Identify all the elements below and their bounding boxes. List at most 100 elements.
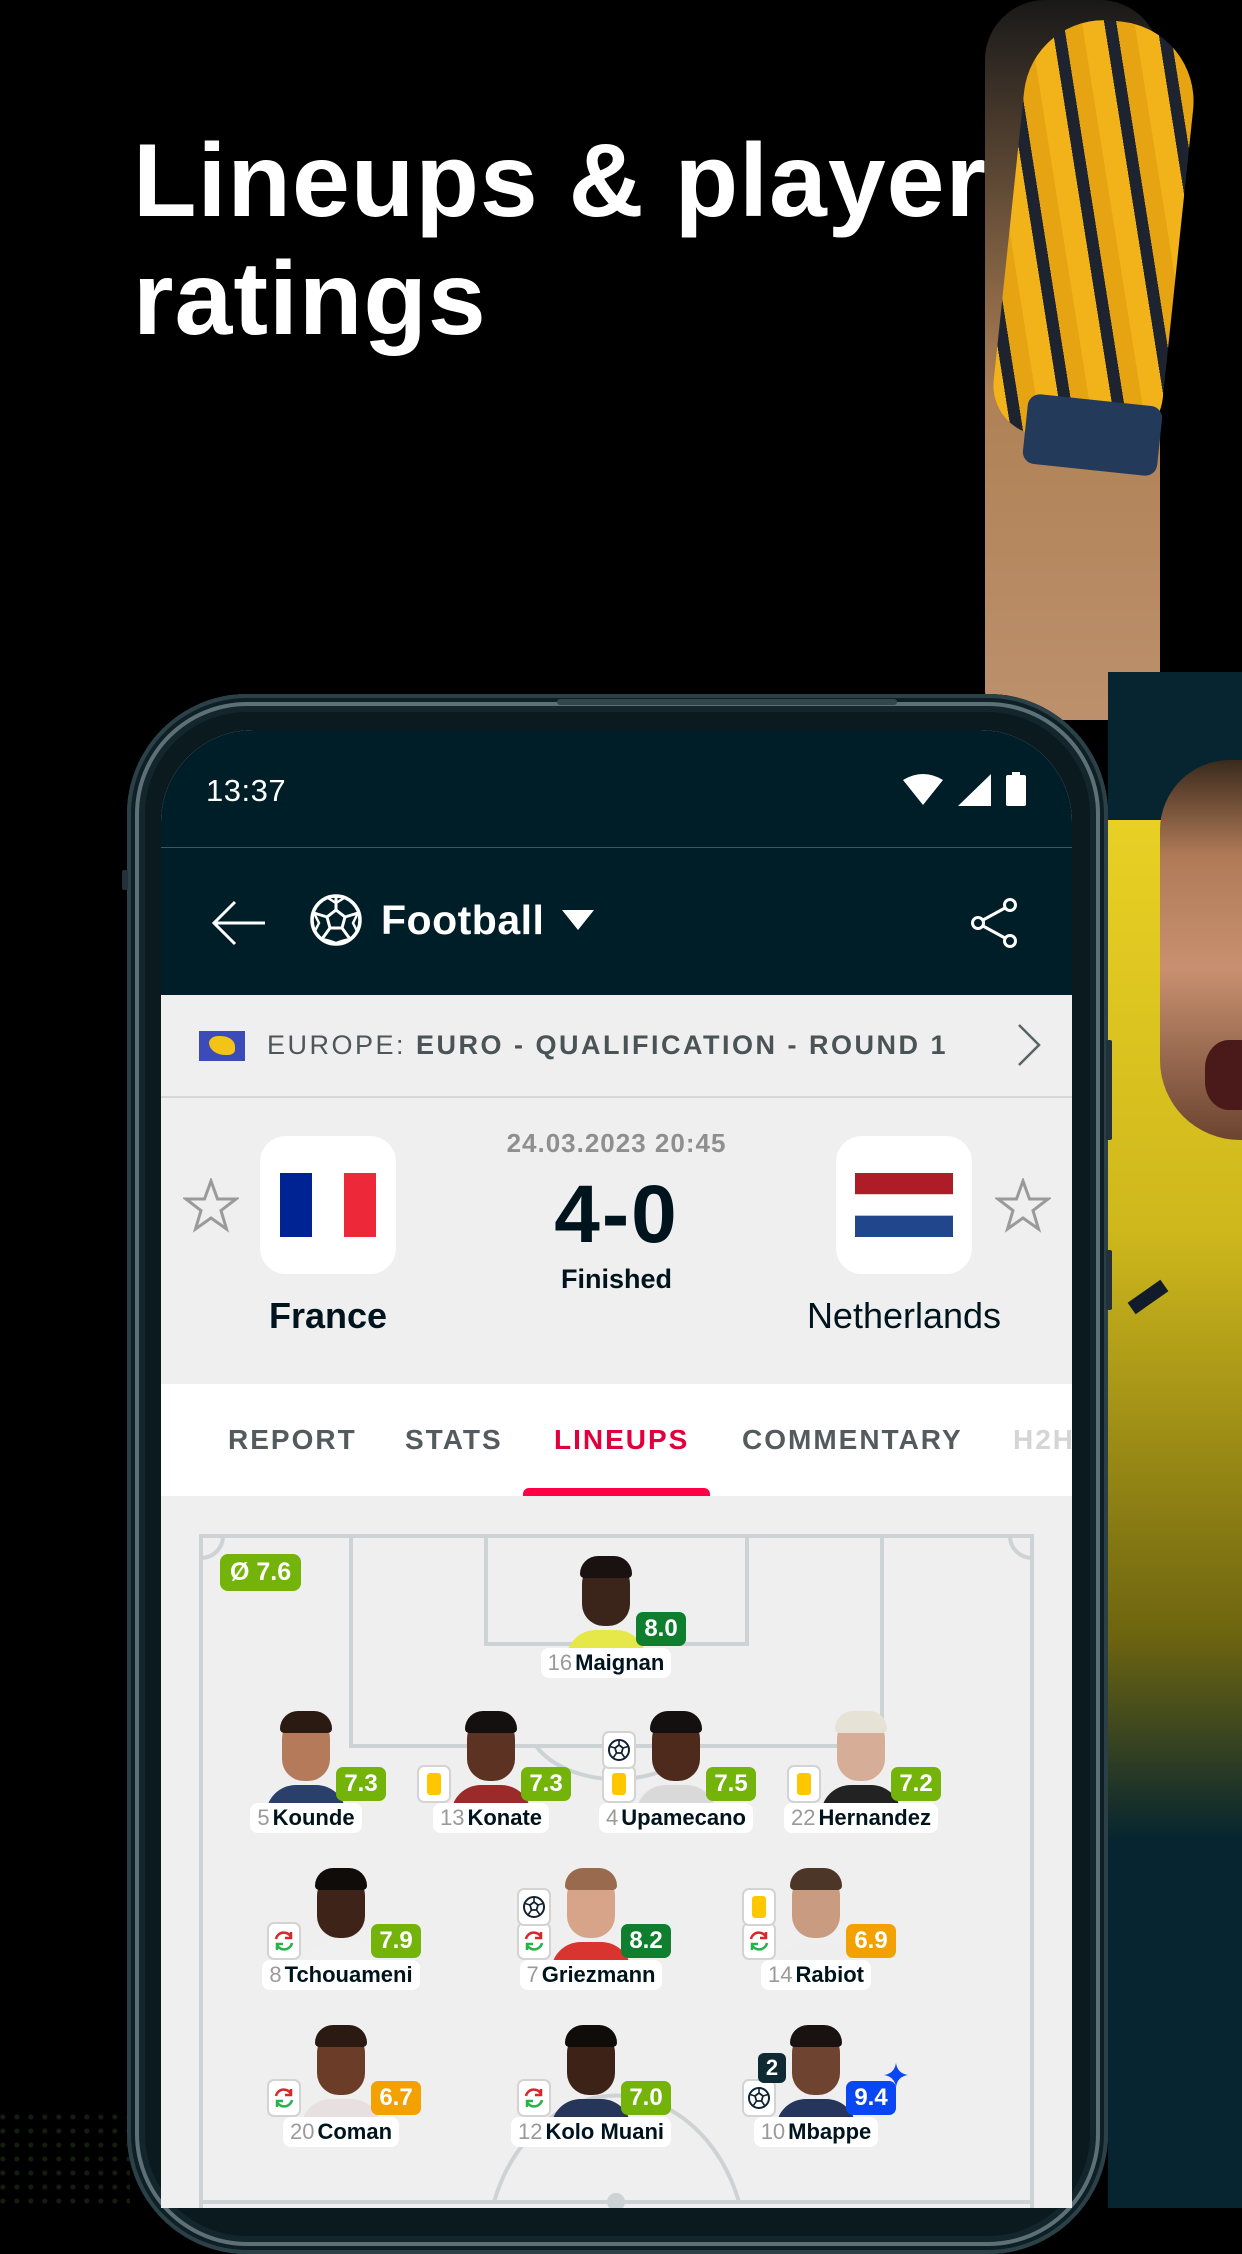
active-tab-indicator: [523, 1488, 710, 1496]
tab-stats[interactable]: STATS: [405, 1424, 503, 1456]
phone-volume-button: [1106, 1040, 1112, 1140]
player-label: 13 Konate: [432, 1803, 550, 1833]
player-photo: [301, 1866, 381, 1962]
player-rating: 8.0: [636, 1612, 686, 1646]
goal-ball-icon: [602, 1731, 636, 1769]
player-hernandez[interactable]: 7.2 22 Hernandez: [751, 1709, 971, 1839]
player-tchouameni[interactable]: 7.9 8 Tchouameni: [231, 1866, 451, 1996]
player-label: 10 Mbappe: [753, 2117, 879, 2147]
share-icon[interactable]: [970, 898, 1018, 948]
player-label: 7 Griezmann: [519, 1960, 663, 1990]
player-number: 4: [606, 1805, 619, 1830]
status-bar: 13:37: [161, 730, 1072, 848]
player-rating: 7.5: [706, 1767, 756, 1801]
player-photo: [776, 1866, 856, 1962]
player-name: Griezmann: [541, 1962, 656, 1987]
promo-headline: Lineups & player ratings: [133, 122, 1033, 358]
player-rating: 6.7: [371, 2081, 421, 2115]
player-name: Kounde: [272, 1805, 355, 1830]
yellow-card-icon: [602, 1765, 636, 1803]
player-name: Hernandez: [818, 1805, 931, 1830]
substitution-icon: [517, 1922, 551, 1960]
player-rating: 6.9: [846, 1924, 896, 1958]
background-glove-wrist: [1021, 393, 1164, 477]
player-photo: [551, 2023, 631, 2119]
player-name: Rabiot: [795, 1962, 864, 1987]
player-number: 22: [791, 1805, 816, 1830]
away-favorite-star-icon[interactable]: [995, 1178, 1051, 1234]
player-number: 7: [526, 1962, 539, 1987]
player-number: 5: [257, 1805, 270, 1830]
lineup-pitch: Ø 7.6 8.0 16 Maignan 7.3 5 Kounde 7.3 13 Konate 7…: [161, 1496, 1072, 2208]
yellow-card-icon: [742, 1888, 776, 1926]
player-rabiot[interactable]: 6.9 14 Rabiot: [706, 1866, 926, 1996]
home-team-name[interactable]: France: [198, 1295, 458, 1337]
player-rating: 7.0: [621, 2081, 671, 2115]
player-rating: 8.2: [621, 1924, 671, 1958]
substitution-icon: [267, 1922, 301, 1960]
tab-h2h[interactable]: H2H: [1013, 1424, 1072, 1456]
player-label: 4 Upamecano: [599, 1803, 753, 1833]
goal-count-badge: 2: [758, 2053, 786, 2083]
netherlands-flag-icon: [855, 1173, 953, 1237]
player-photo: [301, 2023, 381, 2119]
player-number: 12: [517, 2119, 543, 2144]
goal-ball-icon: [517, 1888, 551, 1926]
tab-lineups[interactable]: LINEUPS: [554, 1424, 689, 1456]
player-coman[interactable]: 6.7 20 Coman: [231, 2023, 451, 2153]
player-maignan[interactable]: 8.0 16 Maignan: [496, 1554, 716, 1684]
tab-report[interactable]: REPORT: [228, 1424, 357, 1456]
team-average-rating: Ø 7.6: [220, 1554, 302, 1591]
phone-screen: 13:37 Football EUROPE: EURO - QUALIFICAT…: [161, 730, 1072, 2208]
phone-side-button: [122, 870, 128, 890]
player-kolo-muani[interactable]: 7.0 12 Kolo Muani: [481, 2023, 701, 2153]
player-label: 20 Coman: [282, 2117, 400, 2147]
player-label: 14 Rabiot: [761, 1960, 871, 1990]
goal-ball-icon: [742, 2079, 776, 2117]
best-player-sparkle-icon: [884, 2063, 908, 2087]
player-name: Tchouameni: [284, 1962, 413, 1987]
caret-down-icon: [562, 910, 595, 930]
match-header: France 24.03.2023 20:45 4-0 Finished Net…: [161, 1098, 1072, 1384]
player-photo: [266, 1709, 346, 1805]
player-label: 5 Kounde: [250, 1803, 362, 1833]
player-label: 16 Maignan: [540, 1648, 672, 1678]
player-name: Coman: [317, 2119, 393, 2144]
player-photo: [821, 1709, 901, 1805]
substitution-icon: [267, 2079, 301, 2117]
player-number: 13: [439, 1805, 465, 1830]
player-label: 8 Tchouameni: [262, 1960, 420, 1990]
app-bar: Football: [161, 848, 1072, 995]
yellow-card-icon: [787, 1765, 821, 1803]
tab-commentary[interactable]: COMMENTARY: [742, 1424, 963, 1456]
player-rating: 7.3: [336, 1767, 386, 1801]
match-tabs: REPORT STATS LINEUPS COMMENTARY H2H: [161, 1384, 1072, 1496]
player-mbappe[interactable]: 9.4 10 Mbappe 2: [706, 2023, 926, 2153]
arrow-left-icon[interactable]: [211, 900, 267, 946]
away-team-logo[interactable]: [836, 1136, 972, 1274]
sport-selector[interactable]: Football: [309, 893, 595, 947]
sport-label: Football: [381, 896, 545, 943]
signal-icon: [958, 774, 991, 806]
substitution-icon: [517, 2079, 551, 2117]
player-name: Konate: [467, 1805, 543, 1830]
player-photo: [551, 1866, 631, 1962]
player-name: Upamecano: [621, 1805, 746, 1830]
phone-speaker: [557, 699, 897, 705]
player-label: 12 Kolo Muani: [510, 2117, 672, 2147]
phone-power-button: [1106, 1250, 1112, 1310]
away-team-name[interactable]: Netherlands: [774, 1295, 1034, 1337]
league-row[interactable]: EUROPE: EURO - QUALIFICATION - ROUND 1: [161, 995, 1072, 1098]
status-time: 13:37: [206, 773, 287, 808]
player-number: 20: [289, 2119, 315, 2144]
player-number: 14: [768, 1962, 793, 1987]
football-icon: [310, 894, 362, 946]
player-label: 22 Hernandez: [784, 1803, 938, 1833]
player-number: 8: [269, 1962, 282, 1987]
player-griezmann[interactable]: 8.2 7 Griezmann: [481, 1866, 701, 1996]
yellow-card-icon: [417, 1765, 451, 1803]
player-number: 10: [760, 2119, 786, 2144]
player-photo: [776, 2023, 856, 2119]
wifi-icon: [903, 774, 943, 805]
battery-icon: [1006, 772, 1026, 806]
